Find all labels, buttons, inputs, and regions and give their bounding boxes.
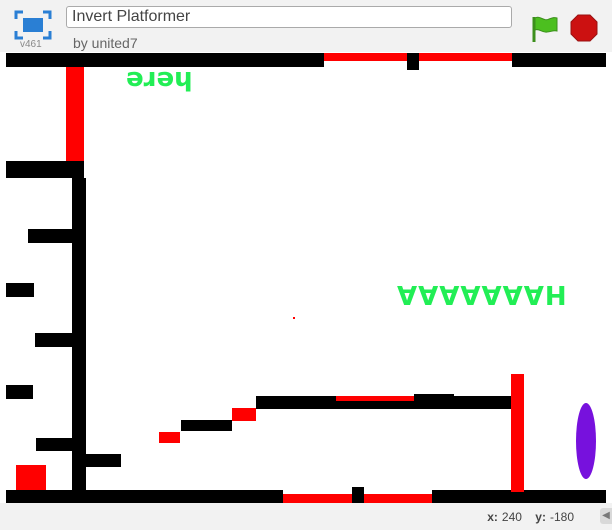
floor-wall-left	[6, 490, 283, 503]
collapse-arrow-icon[interactable]: ◀	[600, 508, 612, 524]
left-edge-ledge-1	[6, 283, 34, 297]
status-bar: x: 240 y: -180 ◀	[0, 503, 612, 530]
goal-portal	[576, 403, 596, 479]
right-hazard-pillar	[511, 374, 524, 492]
player-header: v461 by united7	[0, 0, 612, 52]
stop-sign-icon	[570, 14, 598, 42]
stair-red-1	[159, 432, 180, 443]
wall-ledge-2	[35, 333, 73, 347]
green-flag-button[interactable]	[530, 14, 560, 44]
green-flag-icon	[532, 16, 558, 42]
ceiling-wall-right	[512, 53, 606, 67]
y-value: -180	[549, 510, 574, 524]
game-stage[interactable]: here HAAAAAAA	[6, 53, 606, 503]
wall-ledge-1	[28, 229, 74, 243]
vertical-wall	[72, 178, 86, 490]
fullscreen-icon	[14, 10, 52, 40]
platform-hazard	[336, 396, 414, 401]
y-label: y:	[535, 510, 546, 524]
red-dot	[293, 317, 295, 319]
level-map	[6, 53, 606, 503]
here-text: here	[126, 65, 193, 95]
ceiling-block	[407, 53, 419, 70]
left-hazard-column	[66, 67, 84, 161]
stop-button[interactable]	[570, 14, 598, 42]
haaa-text: HAAAAAAA	[396, 279, 567, 309]
x-value: 240	[501, 510, 522, 524]
platform-bump	[414, 394, 454, 400]
floor-block	[352, 487, 364, 503]
wall-ledge-3	[36, 438, 72, 451]
stair-black-1	[181, 420, 232, 431]
project-title-input[interactable]	[66, 6, 512, 28]
left-top-ledge	[6, 161, 84, 178]
author-label: by united7	[73, 35, 138, 51]
version-label: v461	[20, 39, 42, 50]
stair-red-2	[232, 408, 256, 421]
left-edge-ledge-2	[6, 385, 33, 399]
wall-ledge-right	[86, 454, 121, 467]
mouse-coordinates: x: 240 y: -180	[487, 510, 584, 524]
x-label: x:	[487, 510, 498, 524]
